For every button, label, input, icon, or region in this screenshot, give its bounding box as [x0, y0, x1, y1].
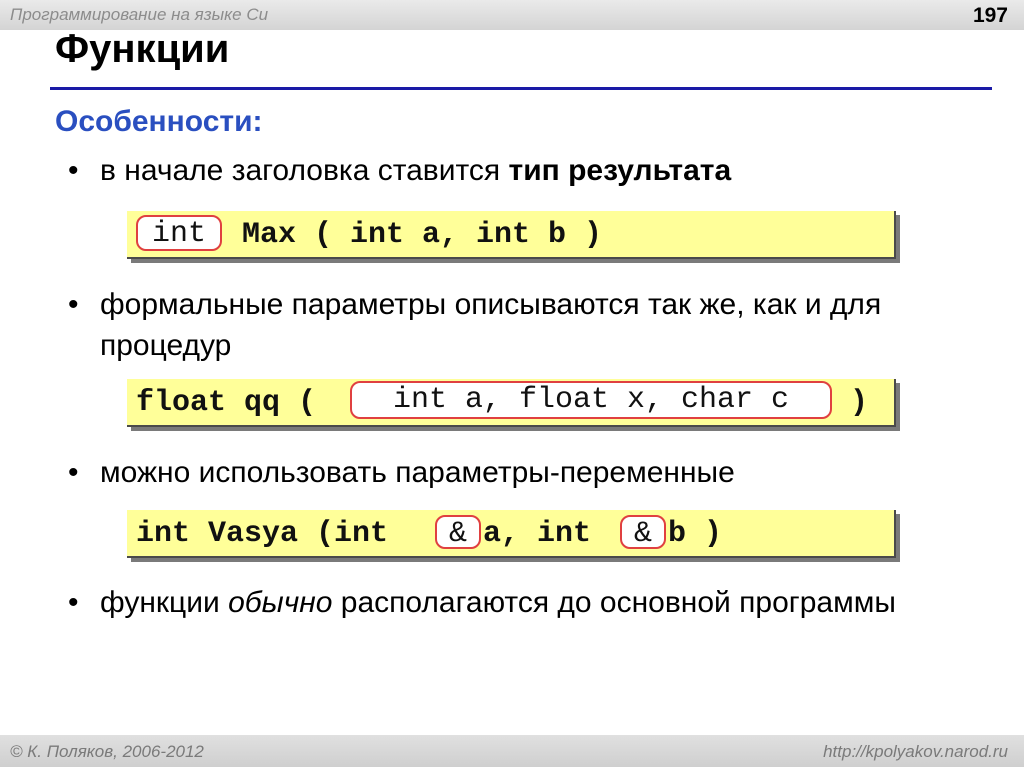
author-url: http://kpolyakov.narod.ru	[823, 742, 1008, 761]
bullet-text-bold: тип результата	[508, 154, 732, 187]
bullet-text: функции обычно располагаются до основной…	[100, 582, 950, 623]
page-number: 197	[972, 4, 1008, 27]
code-example-qq: float qq ( int a, float x, char c )	[127, 379, 896, 427]
bullet-text: в начале заголовка ставится тип результа…	[100, 150, 950, 191]
code-example-vasya: int Vasya (int & a, int & b )	[127, 510, 896, 558]
bullet-item: • функции обычно располагаются до основн…	[68, 582, 948, 666]
bullet-item: • формальные параметры описываются так ж…	[68, 284, 948, 368]
footer-bar: © К. Поляков, 2006-2012 http://kpolyakov…	[0, 735, 1024, 767]
bullet-text: можно использовать параметры-переменные	[100, 456, 735, 489]
highlight-reference-symbol: &	[435, 515, 481, 551]
slide-title: Функции	[55, 27, 230, 71]
bullet-item: • в начале заголовка ставится тип резуль…	[68, 150, 948, 191]
subheading: Особенности:	[55, 105, 263, 138]
code-text: b )	[668, 517, 723, 551]
code-text: )	[832, 386, 869, 420]
bullet-text-italic: обычно	[228, 586, 333, 619]
bullet-dot: •	[68, 456, 79, 489]
course-title: Программирование на языке Си	[10, 5, 269, 24]
copyright: © К. Поляков, 2006-2012	[10, 742, 204, 761]
bullet-text-plain: функции	[100, 586, 229, 619]
title-divider	[50, 87, 992, 90]
bullet-dot: •	[68, 586, 79, 619]
code-text: Max ( int a, int b )	[224, 218, 603, 252]
code-text: a, int	[483, 517, 610, 551]
bullet-dot: •	[68, 288, 79, 321]
bullet-item: • можно использовать параметры-переменны…	[68, 452, 948, 493]
bullet-dot: •	[68, 154, 79, 187]
code-text: float qq (	[136, 386, 335, 420]
header-bar: Программирование на языке Си 197	[0, 0, 1024, 30]
highlight-return-type: int	[136, 215, 222, 251]
bullet-text: формальные параметры описываются так же,…	[100, 288, 882, 362]
highlight-formal-params: int a, float x, char c	[350, 381, 832, 419]
code-example-max: int Max ( int a, int b )	[127, 211, 896, 259]
highlight-reference-symbol: &	[620, 515, 666, 551]
bullet-text-plain: в начале заголовка ставится	[100, 154, 509, 187]
bullet-text-plain: располагаются до основной программы	[332, 586, 896, 619]
code-text: int Vasya (int	[136, 517, 407, 551]
